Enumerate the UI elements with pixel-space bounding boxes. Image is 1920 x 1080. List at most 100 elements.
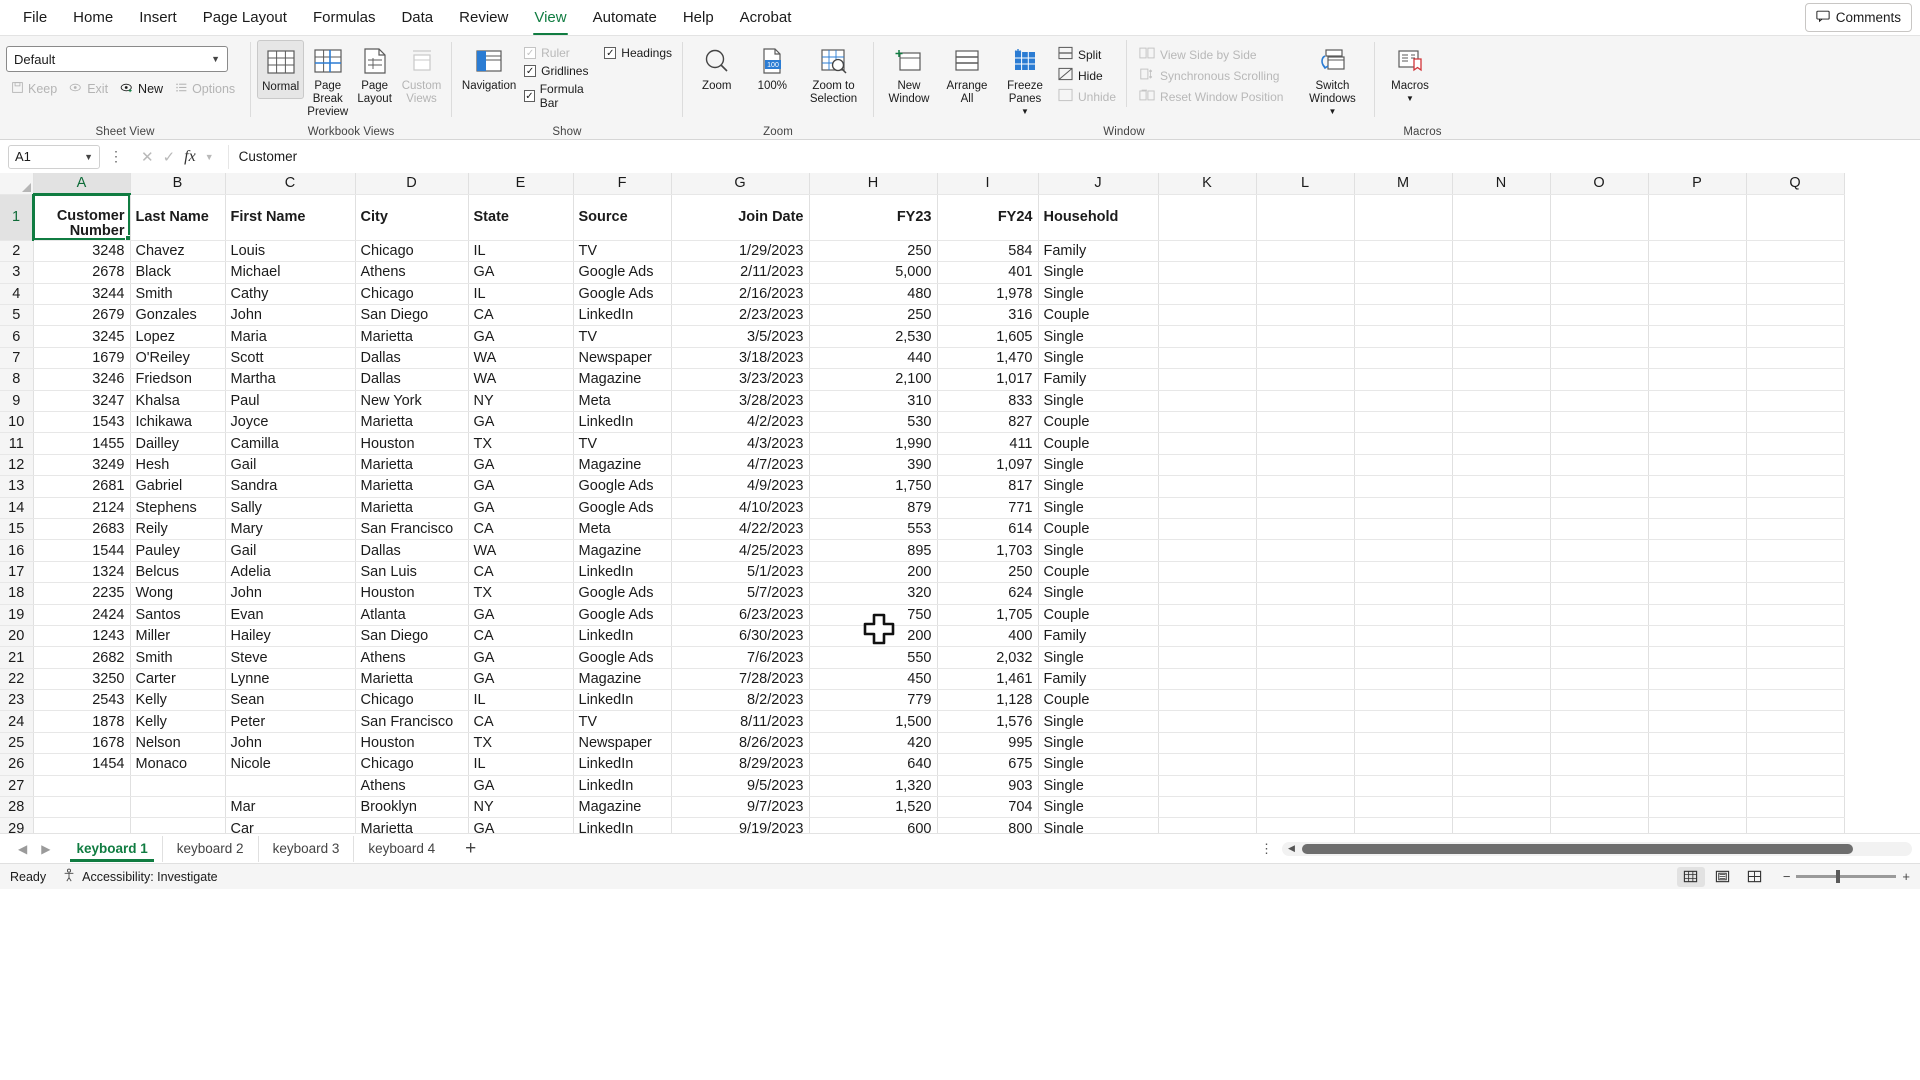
cell-l28[interactable] — [1256, 796, 1355, 819]
scroll-left-icon[interactable]: ◀ — [1288, 843, 1295, 854]
cell-f28[interactable]: Magazine — [573, 796, 672, 819]
cell-n11[interactable] — [1452, 432, 1551, 455]
cell-j29[interactable]: Single — [1038, 817, 1159, 833]
cell-i4[interactable]: 1,978 — [937, 283, 1039, 306]
cell-f6[interactable]: TV — [573, 325, 672, 348]
row-header-3[interactable]: 3 — [0, 261, 34, 284]
cell-p5[interactable] — [1648, 304, 1747, 327]
cell-e23[interactable]: IL — [468, 689, 574, 712]
cell-e7[interactable]: WA — [468, 347, 574, 370]
cell-g5[interactable]: 2/23/2023 — [671, 304, 810, 327]
ribbon-tab-data[interactable]: Data — [388, 3, 446, 32]
column-header-o[interactable]: O — [1550, 173, 1649, 195]
row-header-1[interactable]: 1 — [0, 194, 34, 241]
cell-m15[interactable] — [1354, 518, 1453, 541]
cell-h26[interactable]: 640 — [809, 753, 938, 776]
cell-m20[interactable] — [1354, 625, 1453, 648]
unhide-button[interactable]: Unhide — [1054, 86, 1120, 107]
cell-k7[interactable] — [1158, 347, 1257, 370]
cell-p15[interactable] — [1648, 518, 1747, 541]
cell-o28[interactable] — [1550, 796, 1649, 819]
cell-a29[interactable] — [33, 817, 131, 833]
ribbon-tab-insert[interactable]: Insert — [126, 3, 190, 32]
cell-m18[interactable] — [1354, 582, 1453, 605]
cell-i9[interactable]: 833 — [937, 390, 1039, 413]
cell-f24[interactable]: TV — [573, 710, 672, 733]
cell-l21[interactable] — [1256, 646, 1355, 669]
cell-j15[interactable]: Couple — [1038, 518, 1159, 541]
cell-b29[interactable] — [130, 817, 226, 833]
cell-o29[interactable] — [1550, 817, 1649, 833]
cell-j11[interactable]: Couple — [1038, 432, 1159, 455]
horizontal-scrollbar[interactable]: ◀ — [1282, 841, 1912, 856]
chevron-down-icon[interactable]: ▼ — [1328, 107, 1336, 117]
new-window-button[interactable]: New Window — [880, 40, 938, 110]
cell-l3[interactable] — [1256, 261, 1355, 284]
column-header-a[interactable]: A — [33, 173, 131, 196]
cell-c27[interactable] — [225, 775, 356, 798]
cell-k4[interactable] — [1158, 283, 1257, 306]
cell-o1[interactable] — [1550, 194, 1649, 241]
cell-o26[interactable] — [1550, 753, 1649, 776]
cell-h9[interactable]: 310 — [809, 390, 938, 413]
cell-j20[interactable]: Family — [1038, 625, 1159, 648]
cell-i22[interactable]: 1,461 — [937, 668, 1039, 691]
cell-q4[interactable] — [1746, 283, 1845, 306]
cell-k15[interactable] — [1158, 518, 1257, 541]
cell-m9[interactable] — [1354, 390, 1453, 413]
cell-j9[interactable]: Single — [1038, 390, 1159, 413]
cell-n2[interactable] — [1452, 240, 1551, 263]
accessibility-status[interactable]: Accessibility: Investigate — [62, 868, 218, 885]
cell-i14[interactable]: 771 — [937, 497, 1039, 519]
cell-d2[interactable]: Chicago — [355, 240, 469, 263]
cell-n16[interactable] — [1452, 539, 1551, 562]
cell-o24[interactable] — [1550, 710, 1649, 733]
cell-h27[interactable]: 1,320 — [809, 775, 938, 798]
cell-g24[interactable]: 8/11/2023 — [671, 710, 810, 733]
formula-input[interactable]: Customer — [227, 144, 1912, 169]
cell-b5[interactable]: Gonzales — [130, 304, 226, 327]
cell-o21[interactable] — [1550, 646, 1649, 669]
cell-h14[interactable]: 879 — [809, 497, 938, 519]
chevron-down-icon[interactable]: ▼ — [1021, 107, 1029, 117]
cell-e16[interactable]: WA — [468, 539, 574, 562]
cell-e22[interactable]: GA — [468, 668, 574, 691]
cell-c29[interactable]: Car — [225, 817, 356, 833]
zoom-to-selection-button[interactable]: Zoom to Selection — [800, 40, 867, 110]
add-sheet-button[interactable]: + — [449, 838, 492, 860]
cell-k1[interactable] — [1158, 194, 1257, 241]
cell-b10[interactable]: Ichikawa — [130, 411, 226, 434]
cell-l23[interactable] — [1256, 689, 1355, 712]
cell-e3[interactable]: GA — [468, 261, 574, 284]
cell-i21[interactable]: 2,032 — [937, 646, 1039, 669]
normal-view-button[interactable]: Normal — [257, 40, 305, 99]
cell-l13[interactable] — [1256, 475, 1355, 498]
cell-p25[interactable] — [1648, 732, 1747, 755]
cell-q9[interactable] — [1746, 390, 1845, 413]
cell-b16[interactable]: Pauley — [130, 539, 226, 562]
cell-b1[interactable]: Last Name — [130, 194, 226, 241]
cell-m8[interactable] — [1354, 368, 1453, 391]
cell-k20[interactable] — [1158, 625, 1257, 648]
sheet-nav-next-icon[interactable]: ▶ — [41, 842, 50, 856]
cell-q13[interactable] — [1746, 475, 1845, 498]
cell-q3[interactable] — [1746, 261, 1845, 284]
cell-n12[interactable] — [1452, 454, 1551, 477]
cell-h1[interactable]: FY23 — [809, 194, 938, 241]
cell-n21[interactable] — [1452, 646, 1551, 669]
cell-c2[interactable]: Louis — [225, 240, 356, 263]
cell-p1[interactable] — [1648, 194, 1747, 241]
cell-g8[interactable]: 3/23/2023 — [671, 368, 810, 391]
row-header-21[interactable]: 21 — [0, 646, 34, 669]
ribbon-tab-acrobat[interactable]: Acrobat — [727, 3, 805, 32]
cell-p18[interactable] — [1648, 582, 1747, 605]
cell-d9[interactable]: New York — [355, 390, 469, 413]
cell-f7[interactable]: Newspaper — [573, 347, 672, 370]
column-header-f[interactable]: F — [573, 173, 672, 195]
cell-g19[interactable]: 6/23/2023 — [671, 604, 810, 626]
cell-p16[interactable] — [1648, 539, 1747, 562]
cell-f19[interactable]: Google Ads — [573, 604, 672, 626]
cell-d22[interactable]: Marietta — [355, 668, 469, 691]
cell-b9[interactable]: Khalsa — [130, 390, 226, 413]
cell-l26[interactable] — [1256, 753, 1355, 776]
